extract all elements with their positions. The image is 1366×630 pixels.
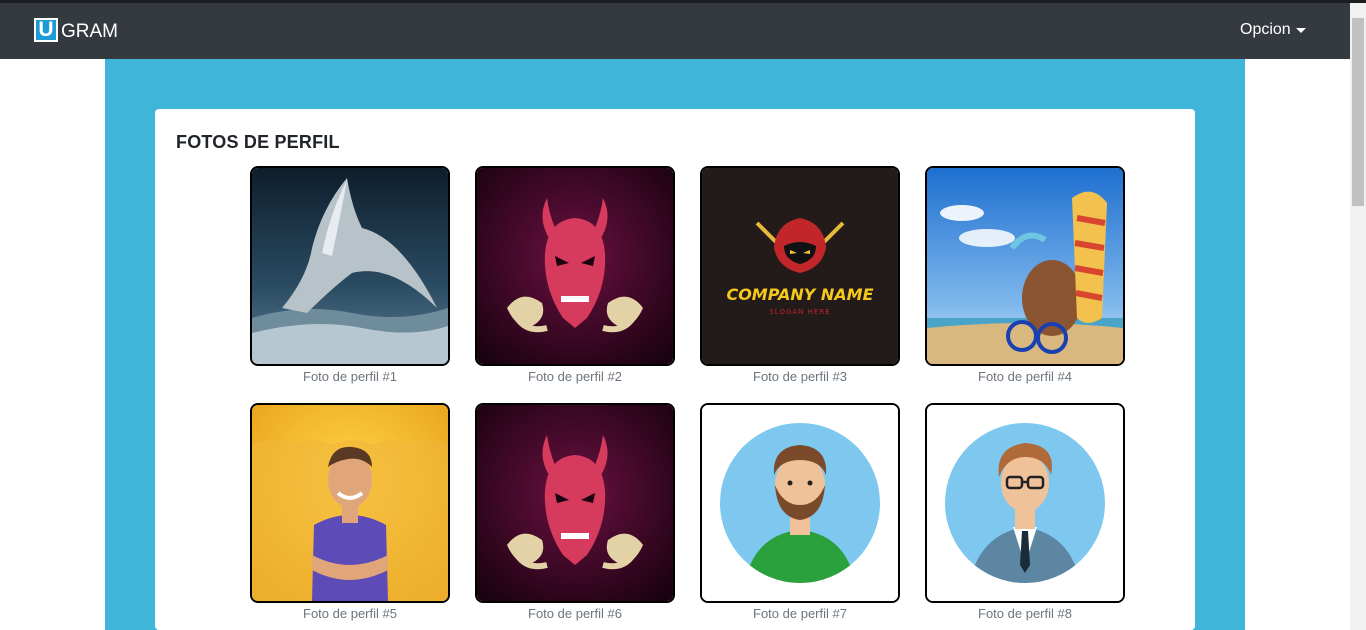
demon-mask-image [477,405,673,601]
caret-down-icon [1295,28,1306,33]
profile-photo-8[interactable] [925,403,1125,603]
scrollbar-thumb[interactable] [1352,18,1364,206]
profile-photo-4[interactable] [925,166,1125,366]
ninja-logo-image: COMPANY NAME SLOGAN HERE [702,168,898,364]
page-title: FOTOS DE PERFIL [176,132,340,152]
photo-caption: Foto de perfil #3 [753,369,847,384]
profile-photo-5[interactable] [250,403,450,603]
cartoon-man-image [252,405,448,601]
profile-photo-7[interactable] [700,403,900,603]
demon-mask-image [477,168,673,364]
options-dropdown[interactable]: Opcion [1240,21,1306,39]
company-name-logo-text: COMPANY NAME [726,285,873,304]
photo-caption: Foto de perfil #8 [978,606,1072,621]
photo-caption: Foto de perfil #2 [528,369,622,384]
beach-image [927,168,1123,364]
brand-name: GRAM [61,21,118,42]
profile-photo-1[interactable] [250,166,450,366]
options-dropdown-label: Opcion [1240,21,1291,38]
photo-caption: Foto de perfil #1 [303,369,397,384]
photo-caption: Foto de perfil #7 [753,606,847,621]
bearded-man-avatar-image [702,405,898,601]
profile-photo-2[interactable] [475,166,675,366]
profile-photo-3[interactable]: COMPANY NAME SLOGAN HERE [700,166,900,366]
whale-tail-image [252,168,448,364]
brand-logo[interactable]: U GRAM [34,16,118,42]
businessman-avatar-image [927,405,1123,601]
navbar: U GRAM Opcion [0,3,1350,59]
photo-caption: Foto de perfil #4 [978,369,1072,384]
logo-u-icon: U [34,18,58,42]
profile-photo-6[interactable] [475,403,675,603]
photo-caption: Foto de perfil #6 [528,606,622,621]
photo-caption: Foto de perfil #5 [303,606,397,621]
slogan-logo-text: SLOGAN HERE [769,308,830,316]
